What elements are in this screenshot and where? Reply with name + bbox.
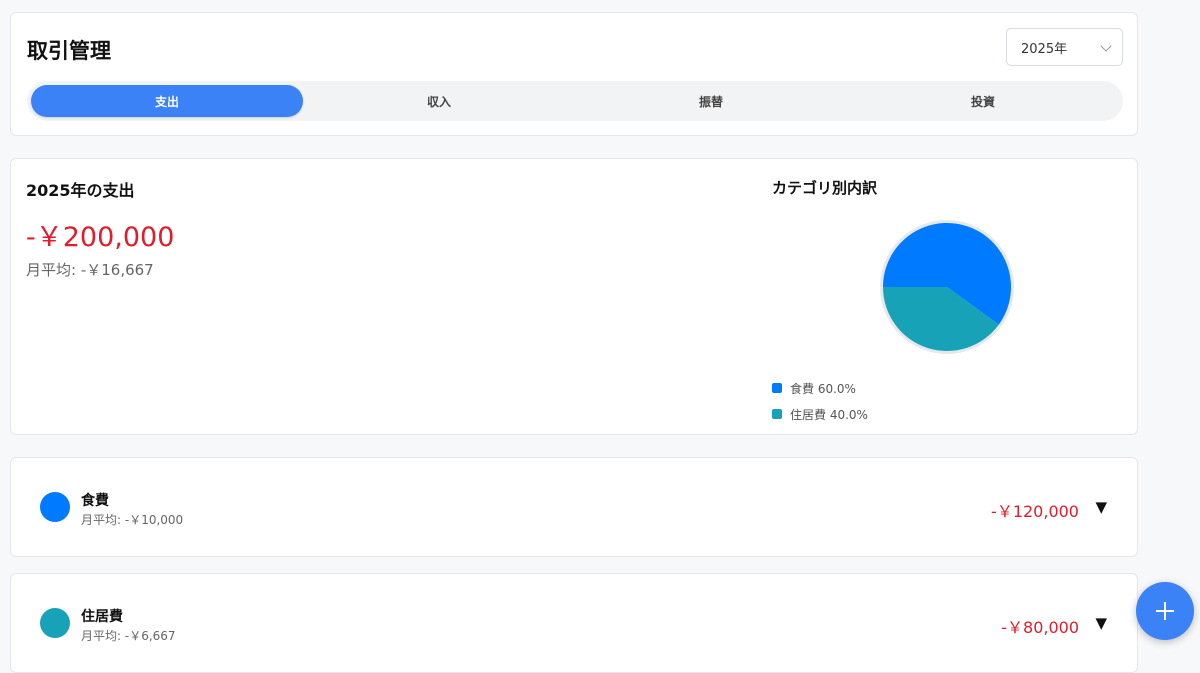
year-select[interactable]: 2025年 bbox=[1006, 28, 1123, 66]
category-amount: -￥80,000 bbox=[1001, 618, 1079, 637]
category-monthly-avg: 月平均: -￥6,667 bbox=[81, 629, 176, 643]
summary-card: 2025年の支出 -￥200,000 月平均: -￥16,667 カテゴリ別内訳… bbox=[10, 158, 1138, 435]
tab-transfer[interactable]: 振替 bbox=[575, 85, 847, 117]
tab-expense[interactable]: 支出 bbox=[31, 85, 303, 117]
summary-total: -￥200,000 bbox=[26, 222, 175, 253]
category-name: 食費 bbox=[81, 493, 109, 509]
legend-item-food: 食費 60.0% bbox=[772, 375, 868, 401]
category-row-food[interactable]: 食費 月平均: -￥10,000 -￥120,000 ▼ bbox=[10, 457, 1138, 557]
chevron-down-icon bbox=[1100, 40, 1112, 52]
page-title: 取引管理 bbox=[27, 39, 111, 63]
category-color-dot bbox=[40, 608, 70, 638]
category-amount: -￥120,000 bbox=[991, 502, 1079, 521]
summary-monthly-avg: 月平均: -￥16,667 bbox=[26, 261, 154, 279]
header-card: 取引管理 2025年 支出 収入 振替 投資 bbox=[10, 12, 1138, 136]
legend-label: 住居費 40.0% bbox=[790, 407, 868, 422]
year-select-value: 2025年 bbox=[1021, 41, 1068, 57]
legend-label: 食費 60.0% bbox=[790, 381, 856, 396]
category-pie-chart bbox=[880, 220, 1014, 354]
tab-bar: 支出 収入 振替 投資 bbox=[27, 81, 1123, 121]
category-color-dot bbox=[40, 492, 70, 522]
category-row-housing[interactable]: 住居費 月平均: -￥6,667 -￥80,000 ▼ bbox=[10, 573, 1138, 673]
category-name: 住居費 bbox=[81, 609, 123, 625]
tab-investment[interactable]: 投資 bbox=[847, 85, 1119, 117]
plus-icon-stroke bbox=[1164, 602, 1166, 620]
expand-toggle-icon[interactable]: ▼ bbox=[1095, 498, 1107, 516]
legend-swatch bbox=[772, 409, 782, 419]
summary-title: 2025年の支出 bbox=[26, 181, 135, 200]
legend-item-housing: 住居費 40.0% bbox=[772, 401, 868, 427]
breakdown-title: カテゴリ別内訳 bbox=[772, 179, 878, 197]
category-monthly-avg: 月平均: -￥10,000 bbox=[81, 513, 184, 527]
expand-toggle-icon[interactable]: ▼ bbox=[1095, 614, 1107, 632]
legend-swatch bbox=[772, 383, 782, 393]
tab-income[interactable]: 収入 bbox=[303, 85, 575, 117]
add-transaction-button[interactable] bbox=[1136, 582, 1194, 640]
chart-legend: 食費 60.0% 住居費 40.0% bbox=[772, 375, 868, 427]
